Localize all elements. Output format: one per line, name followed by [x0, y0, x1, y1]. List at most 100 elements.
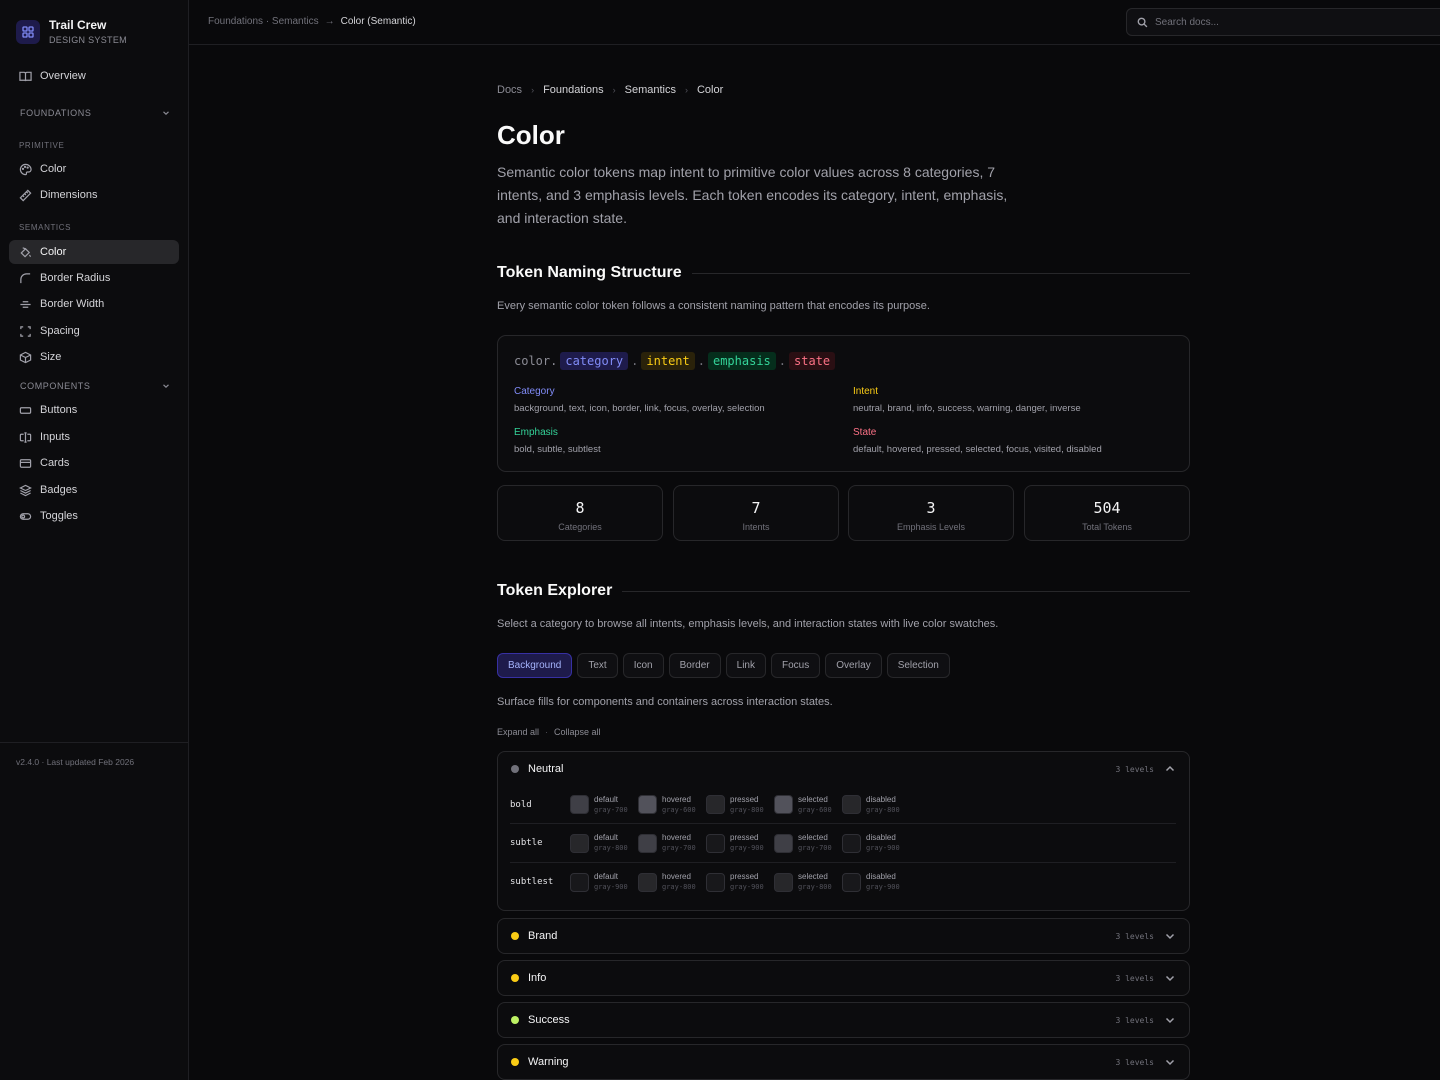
- swatch-cell[interactable]: default gray-700: [570, 794, 638, 816]
- color-swatch[interactable]: [774, 872, 793, 892]
- layers-icon: [19, 484, 32, 496]
- swatch-token: gray-900: [866, 844, 900, 852]
- swatch-state: selected: [798, 794, 828, 804]
- search-input[interactable]: [1155, 16, 1415, 28]
- sidebar-item-overview[interactable]: Overview: [9, 64, 179, 88]
- accordion-header[interactable]: Info 3 levels: [498, 961, 1189, 995]
- intent-accordion-success[interactable]: Success 3 levels: [497, 1002, 1190, 1038]
- color-swatch[interactable]: [638, 795, 657, 814]
- sidebar-item-size[interactable]: Size: [9, 345, 179, 369]
- color-swatch[interactable]: [570, 872, 589, 892]
- sidebar-item-label: Cards: [40, 457, 70, 469]
- sidebar-item-border-radius[interactable]: Border Radius: [9, 266, 179, 290]
- sidebar-item-primitive-color[interactable]: Color: [9, 157, 179, 181]
- swatch-cell[interactable]: selected gray-600: [774, 794, 842, 816]
- intent-color-dot: [511, 974, 519, 982]
- swatch-cell[interactable]: hovered gray-700: [638, 832, 706, 854]
- sidebar-item-label: Size: [40, 351, 62, 363]
- sidebar-item-toggles[interactable]: Toggles: [9, 504, 179, 528]
- category-description: Surface fills for components and contain…: [497, 696, 833, 708]
- sidebar-item-border-width[interactable]: Border Width: [9, 292, 179, 316]
- swatch-cell[interactable]: pressed gray-900: [706, 832, 774, 854]
- tab-selection[interactable]: Selection: [886, 653, 950, 678]
- topbar-crumb-parent[interactable]: Foundations · Semantics: [208, 16, 319, 27]
- tab-background[interactable]: Background: [497, 653, 573, 678]
- breadcrumb-docs[interactable]: Docs: [497, 84, 522, 96]
- swatch-cell[interactable]: pressed gray-900: [706, 871, 774, 893]
- sidebar-item-semantic-color[interactable]: Color: [9, 240, 179, 264]
- accordion-header[interactable]: Brand 3 levels: [498, 919, 1189, 953]
- breadcrumb-semantics[interactable]: Semantics: [625, 84, 676, 96]
- levels-count: 3 levels: [1115, 764, 1154, 774]
- color-swatch[interactable]: [570, 795, 589, 814]
- accordion-header[interactable]: Success 3 levels: [498, 1003, 1189, 1037]
- swatch-cell[interactable]: disabled gray-800: [842, 794, 910, 816]
- swatch-cell[interactable]: default gray-800: [570, 832, 638, 854]
- accordion-header[interactable]: Warning 3 levels: [498, 1045, 1189, 1079]
- grid-icon: [16, 20, 40, 44]
- sidebar-item-cards[interactable]: Cards: [9, 451, 179, 475]
- breadcrumb-foundations[interactable]: Foundations: [543, 84, 604, 96]
- collapse-all-button[interactable]: Collapse all: [554, 727, 601, 737]
- color-swatch[interactable]: [706, 795, 725, 814]
- swatch-text: default gray-700: [594, 794, 628, 816]
- nav-group-components[interactable]: COMPONENTS: [20, 381, 170, 391]
- swatch-cell[interactable]: hovered gray-800: [638, 871, 706, 893]
- color-swatch[interactable]: [570, 833, 589, 853]
- expand-all-button[interactable]: Expand all: [497, 727, 539, 737]
- tab-text[interactable]: Text: [577, 653, 618, 678]
- sidebar-item-badges[interactable]: Badges: [9, 478, 179, 502]
- sidebar-item-inputs[interactable]: Inputs: [9, 425, 179, 449]
- intent-accordion-brand[interactable]: Brand 3 levels: [497, 918, 1190, 954]
- intent-name: Success: [528, 1014, 570, 1026]
- swatch-token: gray-900: [594, 883, 628, 891]
- swatch-cell[interactable]: default gray-900: [570, 871, 638, 893]
- sidebar-item-label: Spacing: [40, 325, 80, 337]
- intent-accordion-neutral: Neutral 3 levels bold default gray-700 hove…: [497, 751, 1190, 911]
- color-swatch[interactable]: [706, 833, 725, 853]
- color-swatch[interactable]: [774, 795, 793, 814]
- swatch-cell[interactable]: selected gray-700: [774, 832, 842, 854]
- chevron-right-icon: ›: [684, 85, 688, 95]
- search-box[interactable]: [1126, 8, 1440, 36]
- swatch-cell[interactable]: pressed gray-800: [706, 794, 774, 816]
- sidebar-item-spacing[interactable]: Spacing: [9, 319, 179, 343]
- intent-color-dot: [511, 765, 519, 773]
- color-swatch[interactable]: [638, 872, 657, 892]
- pattern-separator: .: [697, 354, 705, 368]
- swatch-token: gray-700: [594, 805, 628, 814]
- stat-label: Emphasis Levels: [896, 522, 966, 532]
- tab-overlay[interactable]: Overlay: [825, 653, 882, 678]
- swatch-cell[interactable]: disabled gray-900: [842, 832, 910, 854]
- color-swatch[interactable]: [638, 833, 657, 853]
- brand[interactable]: Trail Crew DESIGN SYSTEM: [16, 18, 127, 46]
- swatch-cell[interactable]: selected gray-800: [774, 871, 842, 893]
- segment-state: state: [789, 352, 836, 370]
- swatch-cell[interactable]: disabled gray-900: [842, 871, 910, 893]
- swatch-cell[interactable]: hovered gray-600: [638, 794, 706, 816]
- search-icon: [1137, 17, 1148, 27]
- tab-link[interactable]: Link: [725, 653, 766, 678]
- sidebar-item-buttons[interactable]: Buttons: [9, 398, 179, 422]
- nav-group-foundations[interactable]: FOUNDATIONS: [20, 108, 170, 118]
- sidebar-item-label: Dimensions: [40, 189, 98, 201]
- color-swatch[interactable]: [706, 872, 725, 892]
- intent-accordion-info[interactable]: Info 3 levels: [497, 960, 1190, 996]
- swatch-state: pressed: [730, 872, 759, 881]
- tab-focus[interactable]: Focus: [771, 653, 821, 678]
- section-heading-explorer: Token Explorer: [497, 582, 1190, 600]
- intent-accordion-warning[interactable]: Warning 3 levels: [497, 1044, 1190, 1080]
- swatch-state: disabled: [866, 872, 896, 881]
- tab-border[interactable]: Border: [668, 653, 721, 678]
- tab-icon[interactable]: Icon: [622, 653, 664, 678]
- color-swatch[interactable]: [842, 833, 861, 853]
- brand-name: Trail Crew: [49, 18, 107, 32]
- color-swatch[interactable]: [774, 833, 793, 853]
- segment-category: category: [560, 352, 629, 370]
- accordion-header[interactable]: Neutral 3 levels: [498, 752, 1189, 786]
- color-swatch[interactable]: [842, 795, 861, 814]
- sidebar-item-dimensions[interactable]: Dimensions: [9, 183, 179, 207]
- swatch-text: hovered gray-800: [662, 871, 696, 893]
- color-swatch[interactable]: [842, 872, 861, 892]
- levels-count: 3 levels: [1115, 931, 1154, 941]
